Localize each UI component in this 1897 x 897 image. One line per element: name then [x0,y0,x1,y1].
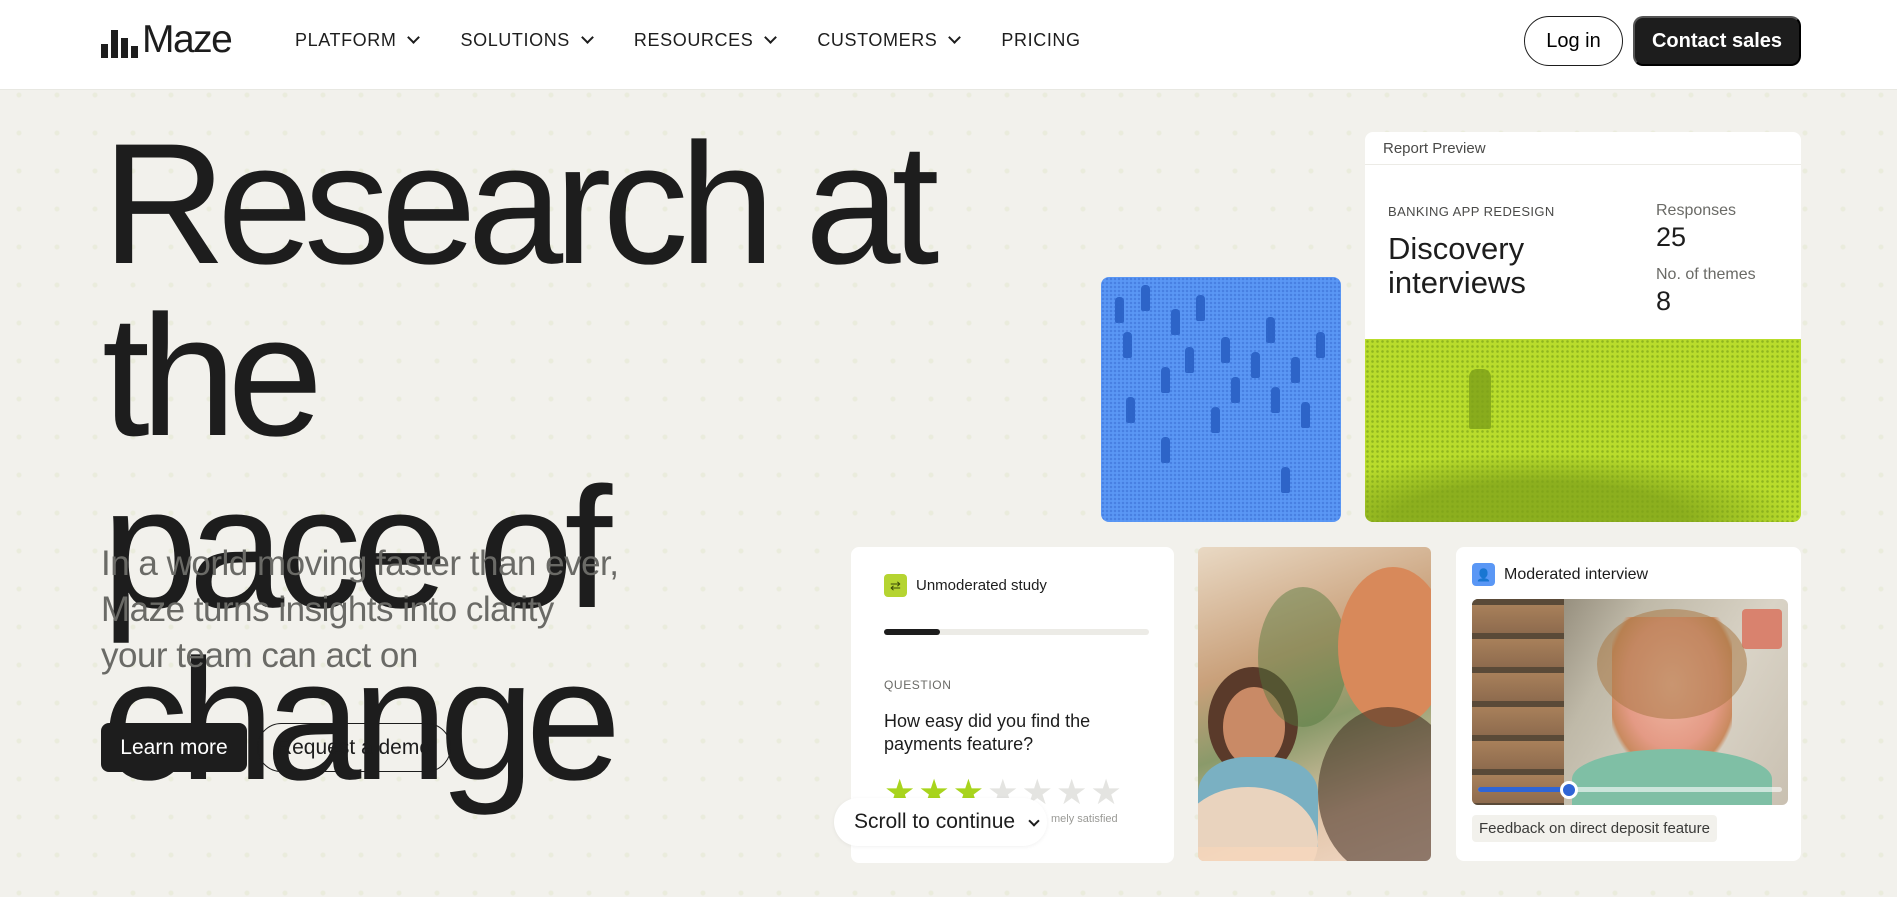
research-session-photo [1198,547,1431,861]
hero-subtitle: In a world moving faster than ever, Maze… [101,541,661,679]
themes-label: No. of themes [1656,266,1756,283]
menu-item-solutions[interactable]: SOLUTIONS [460,28,594,52]
rating-scale-label: mely satisfied [1051,813,1118,825]
responses-label: Responses [1656,202,1737,219]
video-progress-fill [1478,787,1570,792]
video-scrubber[interactable] [1478,787,1782,792]
chevron-down-icon [581,31,594,44]
report-image [1365,339,1801,522]
top-nav: Maze PLATFORM SOLUTIONS RESOURCES CUSTOM… [0,0,1897,90]
question-text: How easy did you find the payments featu… [884,711,1091,754]
report-project-label: BANKING APP REDESIGN [1388,204,1555,219]
hero-subtitle-line: Maze turns insights into clarity [101,590,554,629]
menu-item-label: CUSTOMERS [817,29,938,50]
menu-item-label: SOLUTIONS [460,29,570,50]
study-flow-icon: ⇄ [884,574,907,597]
hero-subtitle-line: In a world moving faster than ever, [101,544,619,583]
report-title-line: Discovery [1388,231,1525,266]
report-preview-header: Report Preview [1365,132,1801,165]
menu-item-customers[interactable]: CUSTOMERS [817,28,962,52]
logo-text: Maze [142,18,233,61]
chevron-down-icon [407,31,421,44]
star-icon[interactable]: ★ [1090,775,1121,811]
report-preview-card[interactable]: Report Preview BANKING APP REDESIGN Disc… [1365,132,1801,522]
interview-tag: Moderated interview [1504,566,1649,583]
crowd-image [1101,277,1341,522]
study-progress-bar [884,629,1149,635]
menu-item-label: PLATFORM [295,29,397,50]
menu-item-pricing[interactable]: PRICING [1001,28,1080,52]
chevron-down-icon [1028,814,1040,827]
study-tag: Unmoderated study [916,577,1047,594]
menu-item-label: RESOURCES [633,29,754,50]
chevron-down-icon [948,31,962,44]
report-title: Discovery interviews [1388,232,1526,300]
request-demo-button[interactable]: Request a demo [257,723,451,772]
study-progress-fill [884,629,940,635]
moderated-interview-card[interactable]: 👤 Moderated interview Feedback on direct… [1456,547,1801,861]
maze-logo-icon [101,26,138,58]
contact-sales-button[interactable]: Contact sales [1633,16,1801,66]
maze-logo[interactable]: Maze [101,18,233,61]
login-button[interactable]: Log in [1524,16,1623,66]
responses-value: 25 [1656,222,1687,252]
report-title-line: interviews [1388,265,1526,300]
learn-more-button[interactable]: Learn more [101,723,247,772]
scroll-label: Scroll to continue [854,810,1016,833]
menu-item-platform[interactable]: PLATFORM [295,28,421,52]
interview-caption: Feedback on direct deposit feature [1472,815,1717,842]
star-icon[interactable]: ★ [1056,775,1087,811]
scroll-to-continue-button[interactable]: Scroll to continue [834,798,1047,846]
hero-subtitle-line: your team can act on [101,636,418,675]
chevron-down-icon [764,31,778,44]
hero-title-line: Research at the [102,108,939,472]
interview-video[interactable] [1472,599,1788,805]
themes-value: 8 [1656,286,1672,316]
menu-item-label: PRICING [1001,29,1081,50]
menu-item-resources[interactable]: RESOURCES [633,28,778,52]
user-icon: 👤 [1472,563,1495,586]
main-menu: PLATFORM SOLUTIONS RESOURCES CUSTOMERS P… [295,28,1123,52]
question-label: QUESTION [884,678,952,692]
